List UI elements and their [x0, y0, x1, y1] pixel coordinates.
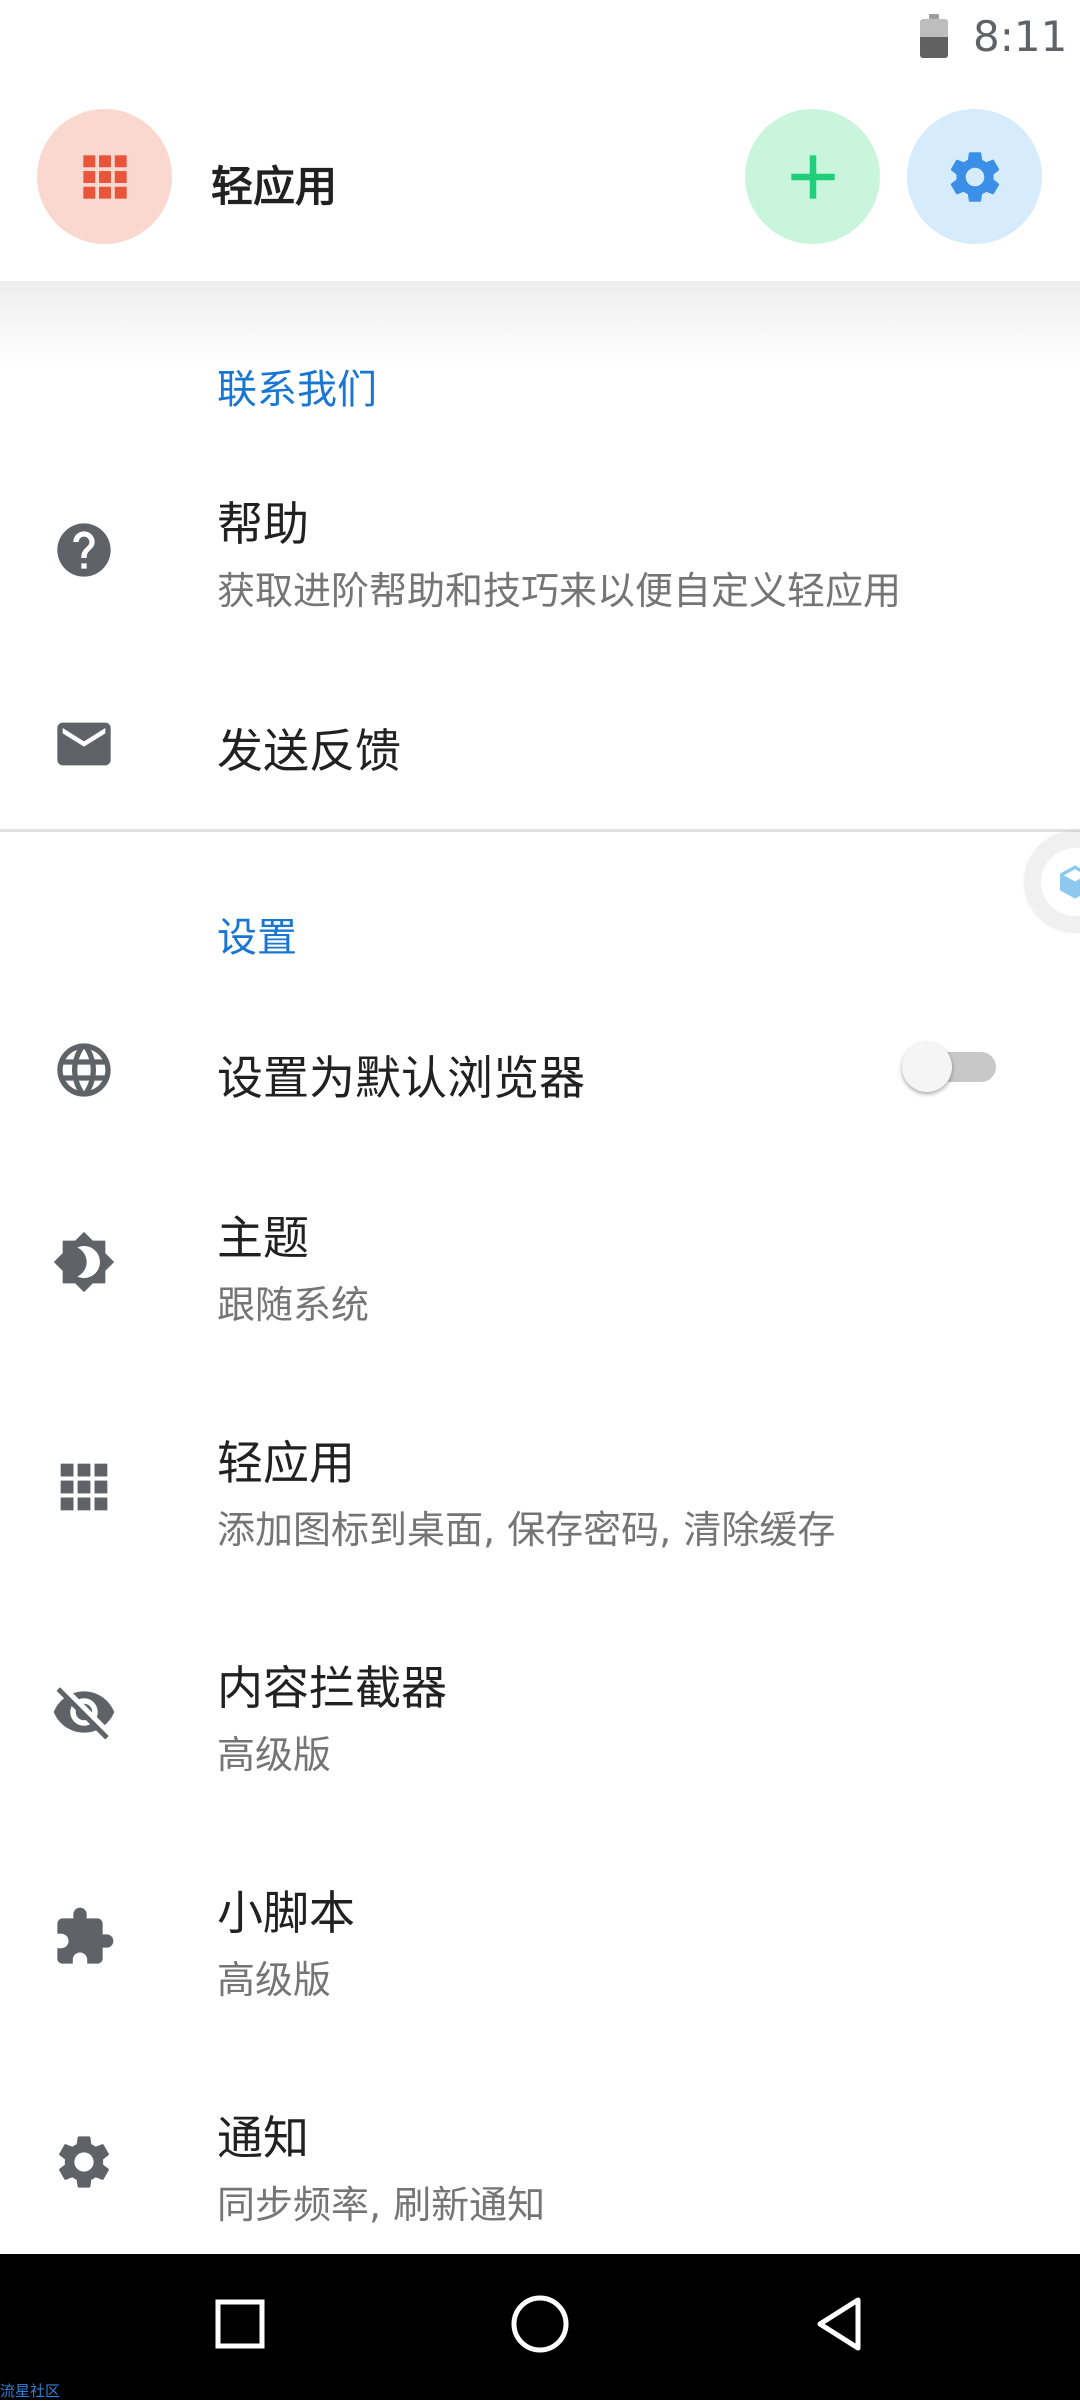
app-title: 轻应用 — [211, 162, 338, 211]
notifications-title: 通知 — [217, 2111, 309, 2165]
triangle-back-icon — [817, 2297, 861, 2351]
status-bar: 8:11 — [0, 0, 1080, 75]
apps-button[interactable] — [37, 109, 172, 244]
help-item[interactable]: 帮助 获取进阶帮助和技巧来以便自定义轻应用 — [0, 470, 1080, 630]
app-bar-shadow — [0, 281, 1080, 371]
navigation-bar — [0, 2254, 1080, 2400]
content-blocker-title: 内容拦截器 — [217, 1661, 447, 1715]
help-title: 帮助 — [217, 497, 309, 551]
globe-icon — [57, 1043, 111, 1097]
circle-icon — [511, 2295, 569, 2353]
watermark-text: 流星社区 — [0, 2382, 61, 2400]
light-apps-title: 轻应用 — [217, 1436, 355, 1490]
section-divider — [0, 829, 1080, 832]
content-blocker-subtitle: 高级版 — [217, 1733, 332, 1777]
scripts-subtitle: 高级版 — [217, 1958, 332, 2002]
default-browser-toggle[interactable] — [900, 1038, 1000, 1094]
light-apps-item[interactable]: 轻应用 添加图标到桌面, 保存密码, 清除缓存 — [0, 1405, 1080, 1585]
add-button[interactable] — [745, 109, 880, 244]
square-icon — [215, 2299, 265, 2349]
notifications-item[interactable]: 通知 同步频率, 刷新通知 — [0, 2080, 1080, 2254]
feedback-item[interactable]: 发送反馈 — [0, 680, 1080, 810]
eye-off-icon — [53, 1687, 115, 1740]
light-apps-subtitle: 添加图标到桌面, 保存密码, 清除缓存 — [217, 1508, 836, 1552]
apps-grid-icon — [60, 1463, 108, 1511]
theme-item[interactable]: 主题 跟随系统 — [0, 1180, 1080, 1360]
theme-icon — [53, 1231, 115, 1293]
home-button[interactable] — [490, 2274, 590, 2374]
mail-icon — [57, 722, 111, 766]
theme-subtitle: 跟随系统 — [217, 1283, 370, 1327]
section-header-settings: 设置 — [217, 915, 297, 961]
default-browser-title: 设置为默认浏览器 — [217, 1051, 585, 1105]
gear-icon — [950, 151, 999, 202]
theme-title: 主题 — [217, 1211, 309, 1265]
content-blocker-item[interactable]: 内容拦截器 高级版 — [0, 1630, 1080, 1810]
cube-icon — [1060, 865, 1080, 899]
help-subtitle: 获取进阶帮助和技巧来以便自定义轻应用 — [217, 569, 902, 613]
back-button[interactable] — [790, 2274, 890, 2374]
settings-button[interactable] — [907, 109, 1042, 244]
section-header-contact: 联系我们 — [217, 367, 377, 413]
notifications-subtitle: 同步频率, 刷新通知 — [217, 2183, 546, 2227]
puzzle-icon — [57, 1907, 114, 1964]
apps-grid-icon — [82, 154, 127, 199]
scripts-title: 小脚本 — [217, 1886, 355, 1940]
app-bar: 轻应用 — [0, 75, 1080, 281]
battery-icon — [920, 14, 948, 58]
gear-icon — [59, 2136, 109, 2188]
floating-bubble[interactable] — [1025, 832, 1080, 932]
help-circle-icon — [57, 523, 111, 577]
status-time: 8:11 — [973, 12, 1068, 61]
feedback-title: 发送反馈 — [217, 724, 401, 778]
scripts-item[interactable]: 小脚本 高级版 — [0, 1855, 1080, 2035]
recents-button[interactable] — [190, 2274, 290, 2374]
default-browser-item[interactable]: 设置为默认浏览器 — [0, 1010, 1080, 1130]
plus-icon — [790, 154, 835, 199]
